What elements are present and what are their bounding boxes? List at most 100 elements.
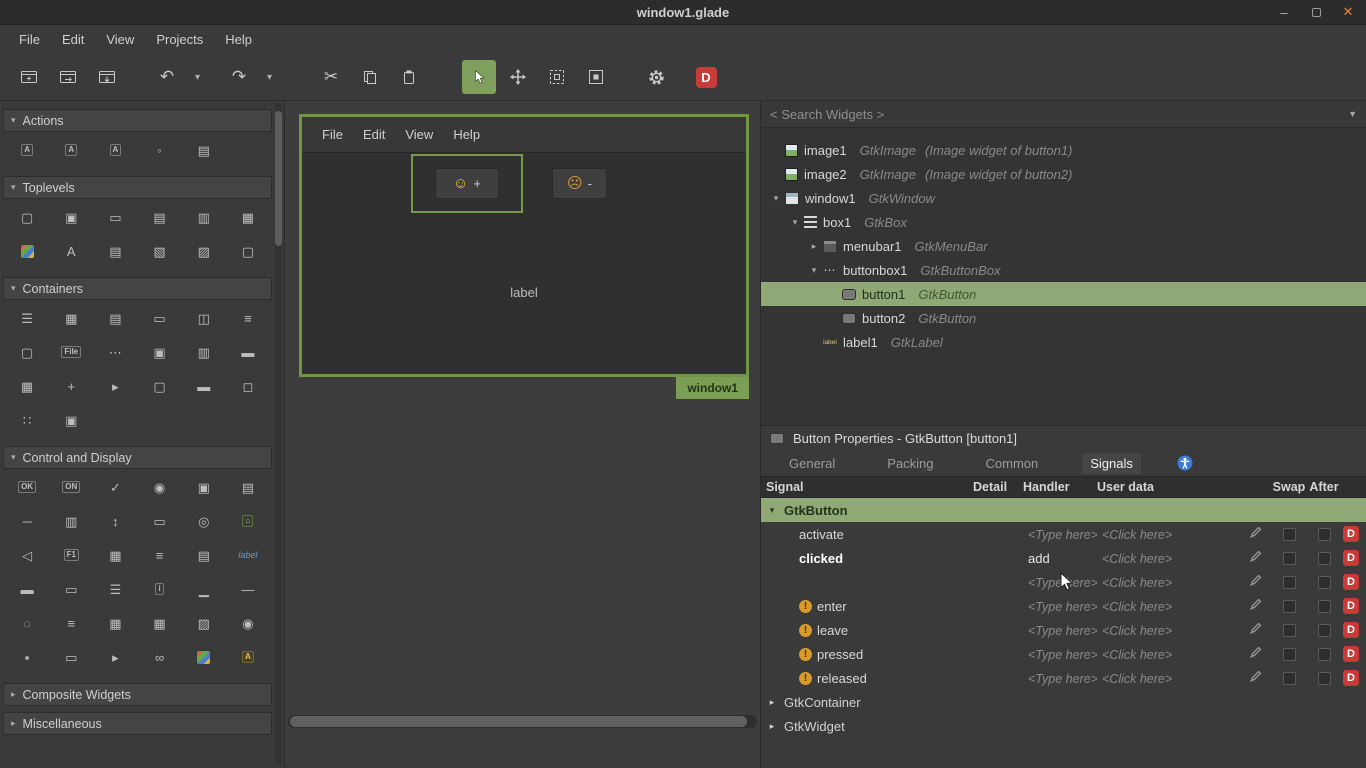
palette-item-dialog[interactable]: ▭: [93, 207, 137, 227]
handler-cell[interactable]: <Type here>: [1023, 671, 1097, 686]
devhelp-doc-icon[interactable]: D: [1343, 622, 1359, 638]
canvas-horizontal-scrollbar[interactable]: [288, 715, 757, 728]
col-header-signal[interactable]: Signal: [761, 480, 973, 494]
devhelp-button[interactable]: D: [689, 60, 723, 94]
palette-item-volume-button[interactable]: ◁: [5, 545, 49, 565]
open-project-button[interactable]: [51, 60, 85, 94]
align-edit-button[interactable]: [579, 60, 613, 94]
design-label1[interactable]: label: [302, 285, 746, 300]
scrollbar-thumb[interactable]: [290, 716, 747, 727]
signal-row-enter[interactable]: ! enter <Type here> <Click here> D: [761, 594, 1366, 618]
palette-item-layout[interactable]: ▦: [5, 376, 49, 396]
scroll-down-icon[interactable]: ▼: [1348, 109, 1357, 119]
palette-item-level-bar[interactable]: ▭: [49, 579, 93, 599]
design-menu-view[interactable]: View: [395, 124, 443, 145]
margin-edit-button[interactable]: [540, 60, 574, 94]
swap-checkbox[interactable]: [1282, 647, 1296, 661]
edit-handler-icon[interactable]: [1249, 646, 1262, 662]
design-menu-file[interactable]: File: [312, 124, 353, 145]
handler-cell[interactable]: <Type here>: [1023, 527, 1097, 542]
palette-item-tree-view[interactable]: ≡: [49, 613, 93, 633]
palette-item-combo-box-text[interactable]: ▤: [182, 545, 226, 565]
palette-item-toggle-button[interactable]: ON: [49, 477, 93, 497]
palette-item-aspect-frame[interactable]: ◻: [226, 376, 270, 396]
after-checkbox[interactable]: [1317, 551, 1331, 565]
tree-row-button1[interactable]: button1 GtkButton: [761, 282, 1366, 306]
tab-common[interactable]: Common: [978, 453, 1047, 474]
tree-row-box1[interactable]: ▾ box1 GtkBox: [761, 210, 1366, 234]
palette-item-about-dialog[interactable]: ▤: [138, 207, 182, 227]
scrollbar-thumb[interactable]: [275, 111, 282, 246]
palette-item-file-chooser-dialog[interactable]: ▥: [182, 207, 226, 227]
selection-box-button1[interactable]: ☺ +: [411, 154, 523, 213]
palette-scrollbar[interactable]: [275, 103, 282, 764]
minimize-button[interactable]: –: [1276, 4, 1292, 20]
palette-item-recent-chooser-dialog[interactable]: ▤: [93, 241, 137, 261]
expander-icon[interactable]: ▸: [807, 241, 821, 252]
signal-class-gtkcontainer[interactable]: ▸ GtkContainer: [761, 690, 1366, 714]
palette-item-overlay[interactable]: ▣: [49, 410, 93, 430]
tree-row-label1[interactable]: label label1 GtkLabel: [761, 330, 1366, 354]
swap-checkbox[interactable]: [1282, 551, 1296, 565]
palette-section-miscellaneous[interactable]: ▸ Miscellaneous: [3, 712, 272, 735]
palette-item-toggle-action[interactable]: A: [49, 140, 93, 160]
menu-edit[interactable]: Edit: [51, 28, 95, 51]
palette-item-image[interactable]: ▦: [93, 545, 137, 565]
widget-search[interactable]: < Search Widgets > ▼: [761, 101, 1366, 128]
swap-checkbox[interactable]: [1282, 575, 1296, 589]
after-checkbox[interactable]: [1317, 599, 1331, 613]
palette-item-statusbar[interactable]: ▁: [182, 579, 226, 599]
window-tag[interactable]: window1: [676, 377, 749, 399]
accessibility-icon[interactable]: [1177, 455, 1193, 471]
handler-cell[interactable]: <Type here>: [1023, 647, 1097, 662]
tree-row-menubar1[interactable]: ▸ menubar1 GtkMenuBar: [761, 234, 1366, 258]
tree-row-window1[interactable]: ▾ window1 GtkWindow: [761, 186, 1366, 210]
expander-icon[interactable]: ▾: [807, 265, 821, 276]
palette-item-drawing-area[interactable]: ▨: [182, 613, 226, 633]
palette-section-composite-widgets[interactable]: ▸ Composite Widgets: [3, 683, 272, 706]
user-data-cell[interactable]: <Click here>: [1097, 599, 1239, 614]
swap-checkbox[interactable]: [1282, 623, 1296, 637]
palette-item-switch[interactable]: ▣: [182, 477, 226, 497]
handler-cell[interactable]: <Type here>: [1023, 599, 1097, 614]
palette-item-menu-button[interactable]: ☰: [93, 579, 137, 599]
palette-item-file-chooser-button[interactable]: ⌂: [226, 511, 270, 531]
handler-cell[interactable]: <Type here>: [1023, 623, 1097, 638]
col-header-handler[interactable]: Handler: [1023, 480, 1097, 494]
signal-row-leave[interactable]: ! leave <Type here> <Click here> D: [761, 618, 1366, 642]
devhelp-doc-icon[interactable]: D: [1343, 574, 1359, 590]
palette-item-app-chooser-dialog[interactable]: ▨: [182, 241, 226, 261]
palette-item-check-button[interactable]: ✓: [93, 477, 137, 497]
palette-item-button-box[interactable]: ⋯: [93, 342, 137, 362]
palette-item-icon-view[interactable]: ▦: [93, 613, 137, 633]
palette-item-scrollbar[interactable]: ▥: [49, 511, 93, 531]
palette-item-offscreen-window[interactable]: ▢: [226, 241, 270, 261]
palette-item-radio-button[interactable]: ◉: [138, 477, 182, 497]
palette-item-spin-button[interactable]: ↕: [93, 511, 137, 531]
cut-button[interactable]: ✂: [314, 60, 348, 94]
col-header-user-data[interactable]: User data: [1097, 480, 1239, 494]
palette-item-recent-action[interactable]: ◦: [138, 140, 182, 160]
signal-row-released[interactable]: ! released <Type here> <Click here> D: [761, 666, 1366, 690]
redo-menu-button[interactable]: ▾: [261, 60, 278, 94]
close-button[interactable]: ✕: [1340, 4, 1356, 20]
drag-resize-button[interactable]: [501, 60, 535, 94]
palette-item-stack-switcher[interactable]: ▥: [182, 342, 226, 362]
user-data-cell[interactable]: <Click here>: [1097, 575, 1239, 590]
palette-item-viewport[interactable]: ▢: [138, 376, 182, 396]
tab-general[interactable]: General: [781, 453, 843, 474]
edit-handler-icon[interactable]: [1249, 574, 1262, 590]
menu-projects[interactable]: Projects: [145, 28, 214, 51]
palette-item-radio-action[interactable]: A: [93, 140, 137, 160]
signal-row-clicked[interactable]: clicked add <Click here> D: [761, 546, 1366, 570]
palette-item-menu-bar[interactable]: File: [49, 342, 93, 362]
swap-checkbox[interactable]: [1282, 599, 1296, 613]
palette-item-separator[interactable]: —: [226, 579, 270, 599]
user-data-cell[interactable]: <Click here>: [1097, 647, 1239, 662]
palette-item-message-dialog[interactable]: ▦: [226, 207, 270, 227]
palette-item-font-chooser-dialog[interactable]: A: [49, 241, 93, 261]
palette-item-scale[interactable]: ─: [5, 511, 49, 531]
palette-item-grid[interactable]: ▦: [49, 308, 93, 328]
palette-item-button[interactable]: OK: [5, 477, 49, 497]
design-menu-edit[interactable]: Edit: [353, 124, 395, 145]
